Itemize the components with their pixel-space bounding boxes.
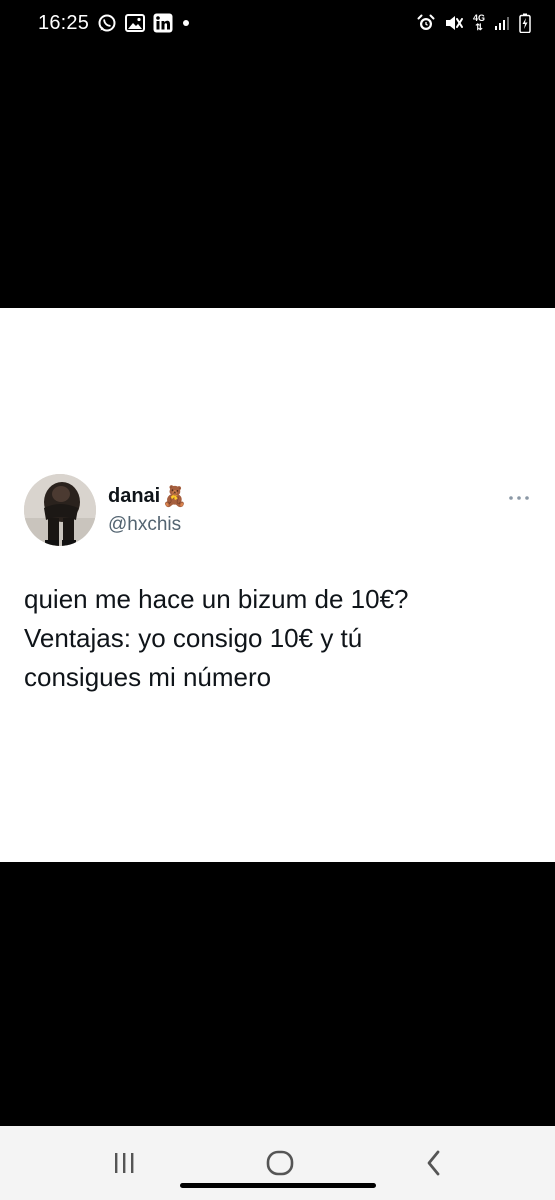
notification-dot-icon (181, 18, 191, 28)
back-button[interactable] (414, 1148, 454, 1178)
status-bar: 16:25 4G ⇅ (0, 0, 555, 46)
tweet-text-line: consigues mi número (24, 662, 272, 692)
signal-icon (494, 16, 510, 30)
tweet-card: danai 🧸 @hxchis quien me hace un bizum d… (0, 308, 555, 862)
home-icon (266, 1150, 294, 1176)
gallery-icon (125, 14, 146, 32)
home-button[interactable] (260, 1148, 300, 1178)
mute-icon (444, 14, 464, 32)
navigation-bar (0, 1126, 555, 1200)
status-time: 16:25 (38, 11, 90, 34)
status-bar-right: 4G ⇅ (417, 13, 531, 33)
display-name[interactable]: danai 🧸 (108, 484, 187, 509)
status-bar-left: 16:25 (38, 12, 191, 35)
teddy-bear-emoji: 🧸 (162, 486, 188, 508)
more-options-button[interactable] (504, 490, 534, 506)
data-arrows-icon: ⇅ (475, 22, 483, 32)
tweet-text: quien me hace un bizum de 10€? Ventajas:… (24, 580, 534, 697)
tweet-text-line: Ventajas: yo consigo 10€ y tú (24, 623, 363, 653)
gesture-handle[interactable] (180, 1183, 376, 1188)
battery-icon (519, 13, 531, 33)
whatsapp-icon (97, 13, 117, 33)
display-name-text: danai (108, 485, 161, 507)
recent-apps-icon (115, 1153, 134, 1173)
more-dots-icon (509, 496, 529, 500)
avatar[interactable] (24, 474, 96, 546)
tweet-text-line: quien me hace un bizum de 10€? (24, 584, 409, 614)
linkedin-icon (153, 13, 173, 33)
recent-apps-button[interactable] (104, 1148, 144, 1178)
back-icon (427, 1150, 440, 1176)
4g-data-icon: 4G ⇅ (473, 14, 485, 32)
alarm-icon (417, 14, 435, 32)
user-handle[interactable]: @hxchis (108, 514, 181, 536)
